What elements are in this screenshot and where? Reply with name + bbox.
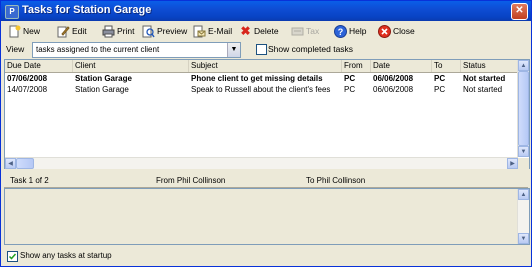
pane-splitter[interactable]: [1, 169, 531, 172]
chevron-down-icon[interactable]: ▼: [227, 43, 240, 57]
checkmark-icon: [8, 253, 17, 260]
column-header-subject[interactable]: Subject: [189, 60, 342, 72]
delete-button[interactable]: ✖ Delete: [239, 23, 279, 39]
task-detail-header: Task 1 of 2 From Phil Collinson To Phil …: [4, 173, 528, 188]
cell-to: PC: [434, 85, 446, 94]
view-label: View: [6, 44, 25, 54]
task-count: Task 1 of 2: [10, 176, 49, 185]
edit-button[interactable]: Edit: [57, 23, 87, 39]
scroll-down-icon[interactable]: ▼: [518, 146, 529, 157]
tax-button[interactable]: Tax: [291, 23, 319, 39]
cell-due-date: 14/07/2008: [7, 85, 48, 94]
help-icon: ?: [334, 24, 347, 38]
cell-status: Not started: [463, 85, 503, 94]
scroll-down-icon[interactable]: ▼: [518, 233, 529, 244]
window-close-button[interactable]: ✕: [511, 3, 528, 20]
new-task-icon: [8, 25, 21, 38]
svg-text:?: ?: [338, 27, 344, 37]
cell-client: Station Garage: [75, 85, 129, 94]
horizontal-scroll-thumb[interactable]: [16, 158, 34, 169]
scroll-right-icon[interactable]: ▶: [507, 158, 518, 169]
scroll-up-icon[interactable]: ▲: [518, 189, 529, 200]
view-select[interactable]: tasks assigned to the current client ▼: [32, 42, 241, 58]
new-button[interactable]: New: [8, 23, 40, 39]
app-icon: P: [5, 5, 19, 19]
printer-icon: [102, 25, 115, 38]
task-from: From Phil Collinson: [156, 176, 226, 185]
scroll-up-icon[interactable]: ▲: [518, 60, 529, 71]
cell-client: Station Garage: [75, 74, 132, 83]
tax-icon: [291, 25, 304, 38]
column-header-to[interactable]: To: [432, 60, 461, 72]
cell-subject: Speak to Russell about the client's fees: [191, 85, 331, 94]
close-button[interactable]: Close: [378, 23, 415, 39]
toolbar: New Edit Print Preview E-Mail ✖ Delete T…: [1, 22, 531, 41]
table-row[interactable]: 07/06/2008 Station Garage Phone client t…: [5, 73, 518, 84]
vertical-scroll-thumb[interactable]: [518, 71, 529, 146]
table-vertical-scrollbar[interactable]: ▲ ▼: [517, 60, 529, 157]
window-title: Tasks for Station Garage: [22, 4, 152, 16]
print-label: Print: [117, 26, 135, 36]
tax-label: Tax: [306, 26, 320, 36]
delete-icon: ✖: [240, 24, 251, 38]
show-completed-checkbox[interactable]: [256, 44, 267, 55]
column-header-date[interactable]: Date: [371, 60, 432, 72]
email-icon: [193, 25, 206, 38]
column-header-from[interactable]: From: [342, 60, 371, 72]
cell-date: 06/06/2008: [373, 85, 414, 94]
cell-to: PC: [434, 74, 446, 83]
preview-label: Preview: [157, 26, 188, 36]
show-tasks-at-startup-label: Show any tasks at startup: [20, 251, 112, 260]
email-button[interactable]: E-Mail: [193, 23, 232, 39]
tasks-window: P Tasks for Station Garage ✕ New Edit Pr…: [0, 0, 532, 267]
print-button[interactable]: Print: [102, 23, 134, 39]
edit-label: Edit: [72, 26, 87, 36]
notes-vertical-scrollbar[interactable]: ▲ ▼: [517, 189, 529, 244]
cell-subject: Phone client to get missing details: [191, 74, 323, 83]
preview-button[interactable]: Preview: [142, 23, 187, 39]
tasks-table: Due Date Client Subject From Date To Sta…: [4, 59, 530, 170]
help-label: Help: [349, 26, 367, 36]
show-tasks-at-startup-checkbox[interactable]: [7, 251, 18, 262]
cell-due-date: 07/06/2008: [7, 74, 48, 83]
scroll-left-icon[interactable]: ◀: [5, 158, 16, 169]
edit-icon: [57, 25, 70, 38]
column-header-status[interactable]: Status: [461, 60, 518, 72]
cell-from: PC: [344, 74, 356, 83]
close-icon: [378, 24, 391, 38]
cell-status: Not started: [463, 74, 506, 83]
column-header-client[interactable]: Client: [73, 60, 189, 72]
delete-label: Delete: [254, 26, 279, 36]
table-row[interactable]: 14/07/2008 Station Garage Speak to Russe…: [5, 84, 518, 95]
close-label: Close: [393, 26, 415, 36]
title-bar[interactable]: P Tasks for Station Garage ✕: [1, 1, 531, 21]
column-header-due-date[interactable]: Due Date: [5, 60, 73, 72]
table-header: Due Date Client Subject From Date To Sta…: [5, 60, 518, 73]
cell-date: 06/06/2008: [373, 74, 414, 83]
table-horizontal-scrollbar[interactable]: ◀ ▶: [5, 157, 518, 169]
email-label: E-Mail: [208, 26, 233, 36]
preview-icon: [142, 25, 155, 38]
view-filter-row: View tasks assigned to the current clien…: [1, 42, 531, 58]
view-select-value: tasks assigned to the current client: [36, 45, 160, 54]
scrollbar-corner: [518, 158, 529, 169]
show-completed-label: Show completed tasks: [268, 44, 354, 54]
task-to: To Phil Collinson: [306, 176, 366, 185]
task-notes-area[interactable]: ▲ ▼: [4, 188, 530, 245]
cell-from: PC: [344, 85, 356, 94]
new-label: New: [23, 26, 41, 36]
help-button[interactable]: ? Help: [334, 23, 366, 39]
